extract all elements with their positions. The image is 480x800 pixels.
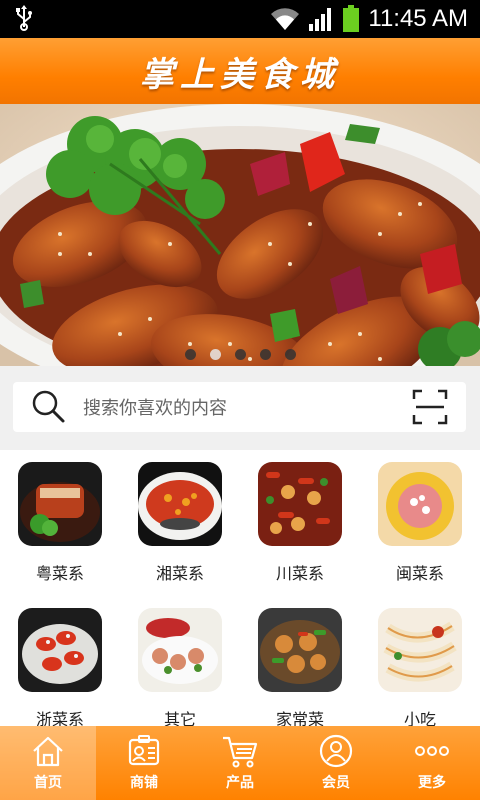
carousel-dot[interactable] [259,349,271,360]
nav-store[interactable]: 商铺 [96,726,192,800]
category-thumbnail[interactable] [138,462,222,546]
banner-carousel[interactable] [0,104,480,366]
category-label: 湘菜系 [155,564,204,583]
category-label: 川菜系 [275,564,324,583]
more-icon [415,746,449,756]
category-thumbnail[interactable] [18,462,102,546]
status-time: 11:45 AM [368,5,468,32]
category-thumbnail[interactable] [258,462,342,546]
home-icon [33,736,63,767]
battery-icon [343,5,360,32]
category-thumbnail[interactable] [378,462,462,546]
carousel-indicators[interactable] [0,349,480,360]
category-thumbnail[interactable] [378,608,462,692]
category-grid: 粤菜系 湘菜系 川菜系 闽菜系 浙菜系 其它 家常菜 小吃 [0,450,480,729]
category-label: 粤菜系 [35,564,84,583]
usb-icon [16,5,32,31]
carousel-dot[interactable] [284,349,296,360]
category-zhe[interactable]: 浙菜系 [0,596,120,734]
category-other[interactable]: 其它 [120,596,240,734]
store-icon [128,735,160,766]
dish-image [258,462,342,546]
cart-icon [223,736,258,768]
status-bar: 11:45 AM [0,0,480,38]
bottom-navigation: 首页 商铺 产品 会员 更多 [0,726,480,800]
banner-food-image [0,104,480,366]
category-thumbnail[interactable] [18,608,102,692]
category-chuan[interactable]: 川菜系 [240,450,360,588]
carousel-dot-active[interactable] [209,349,221,360]
category-yue[interactable]: 粤菜系 [0,450,120,588]
category-thumbnail[interactable] [258,608,342,692]
nav-label: 产品 [226,775,254,791]
scan-icon[interactable] [410,387,450,427]
nav-label: 首页 [34,775,62,791]
dish-image [378,608,462,692]
category-xiang[interactable]: 湘菜系 [120,450,240,588]
dish-image [18,608,102,692]
dish-image [138,462,222,546]
app-header: 掌上美食城 [0,38,480,104]
nav-more[interactable]: 更多 [384,726,480,800]
nav-label: 商铺 [130,775,158,791]
search-section: 搜索你喜欢的内容 [0,366,480,450]
dish-image [138,608,222,692]
dish-image [378,462,462,546]
category-home[interactable]: 家常菜 [240,596,360,734]
nav-label: 更多 [418,775,446,791]
dish-image [18,462,102,546]
search-input[interactable]: 搜索你喜欢的内容 [83,394,410,420]
signal-icon [309,8,332,31]
nav-label: 会员 [322,775,350,791]
nav-home[interactable]: 首页 [0,726,96,800]
category-snack[interactable]: 小吃 [360,596,480,734]
carousel-dot[interactable] [184,349,196,360]
nav-member[interactable]: 会员 [288,726,384,800]
dish-image [258,608,342,692]
wifi-icon [271,8,300,30]
app-title: 掌上美食城 [140,54,340,95]
category-label: 闽菜系 [395,564,444,583]
search-icon[interactable] [29,387,69,427]
nav-products[interactable]: 产品 [192,726,288,800]
member-icon [319,734,353,768]
category-min[interactable]: 闽菜系 [360,450,480,588]
search-bar[interactable]: 搜索你喜欢的内容 [13,382,466,432]
category-thumbnail[interactable] [138,608,222,692]
carousel-dot[interactable] [234,349,246,360]
